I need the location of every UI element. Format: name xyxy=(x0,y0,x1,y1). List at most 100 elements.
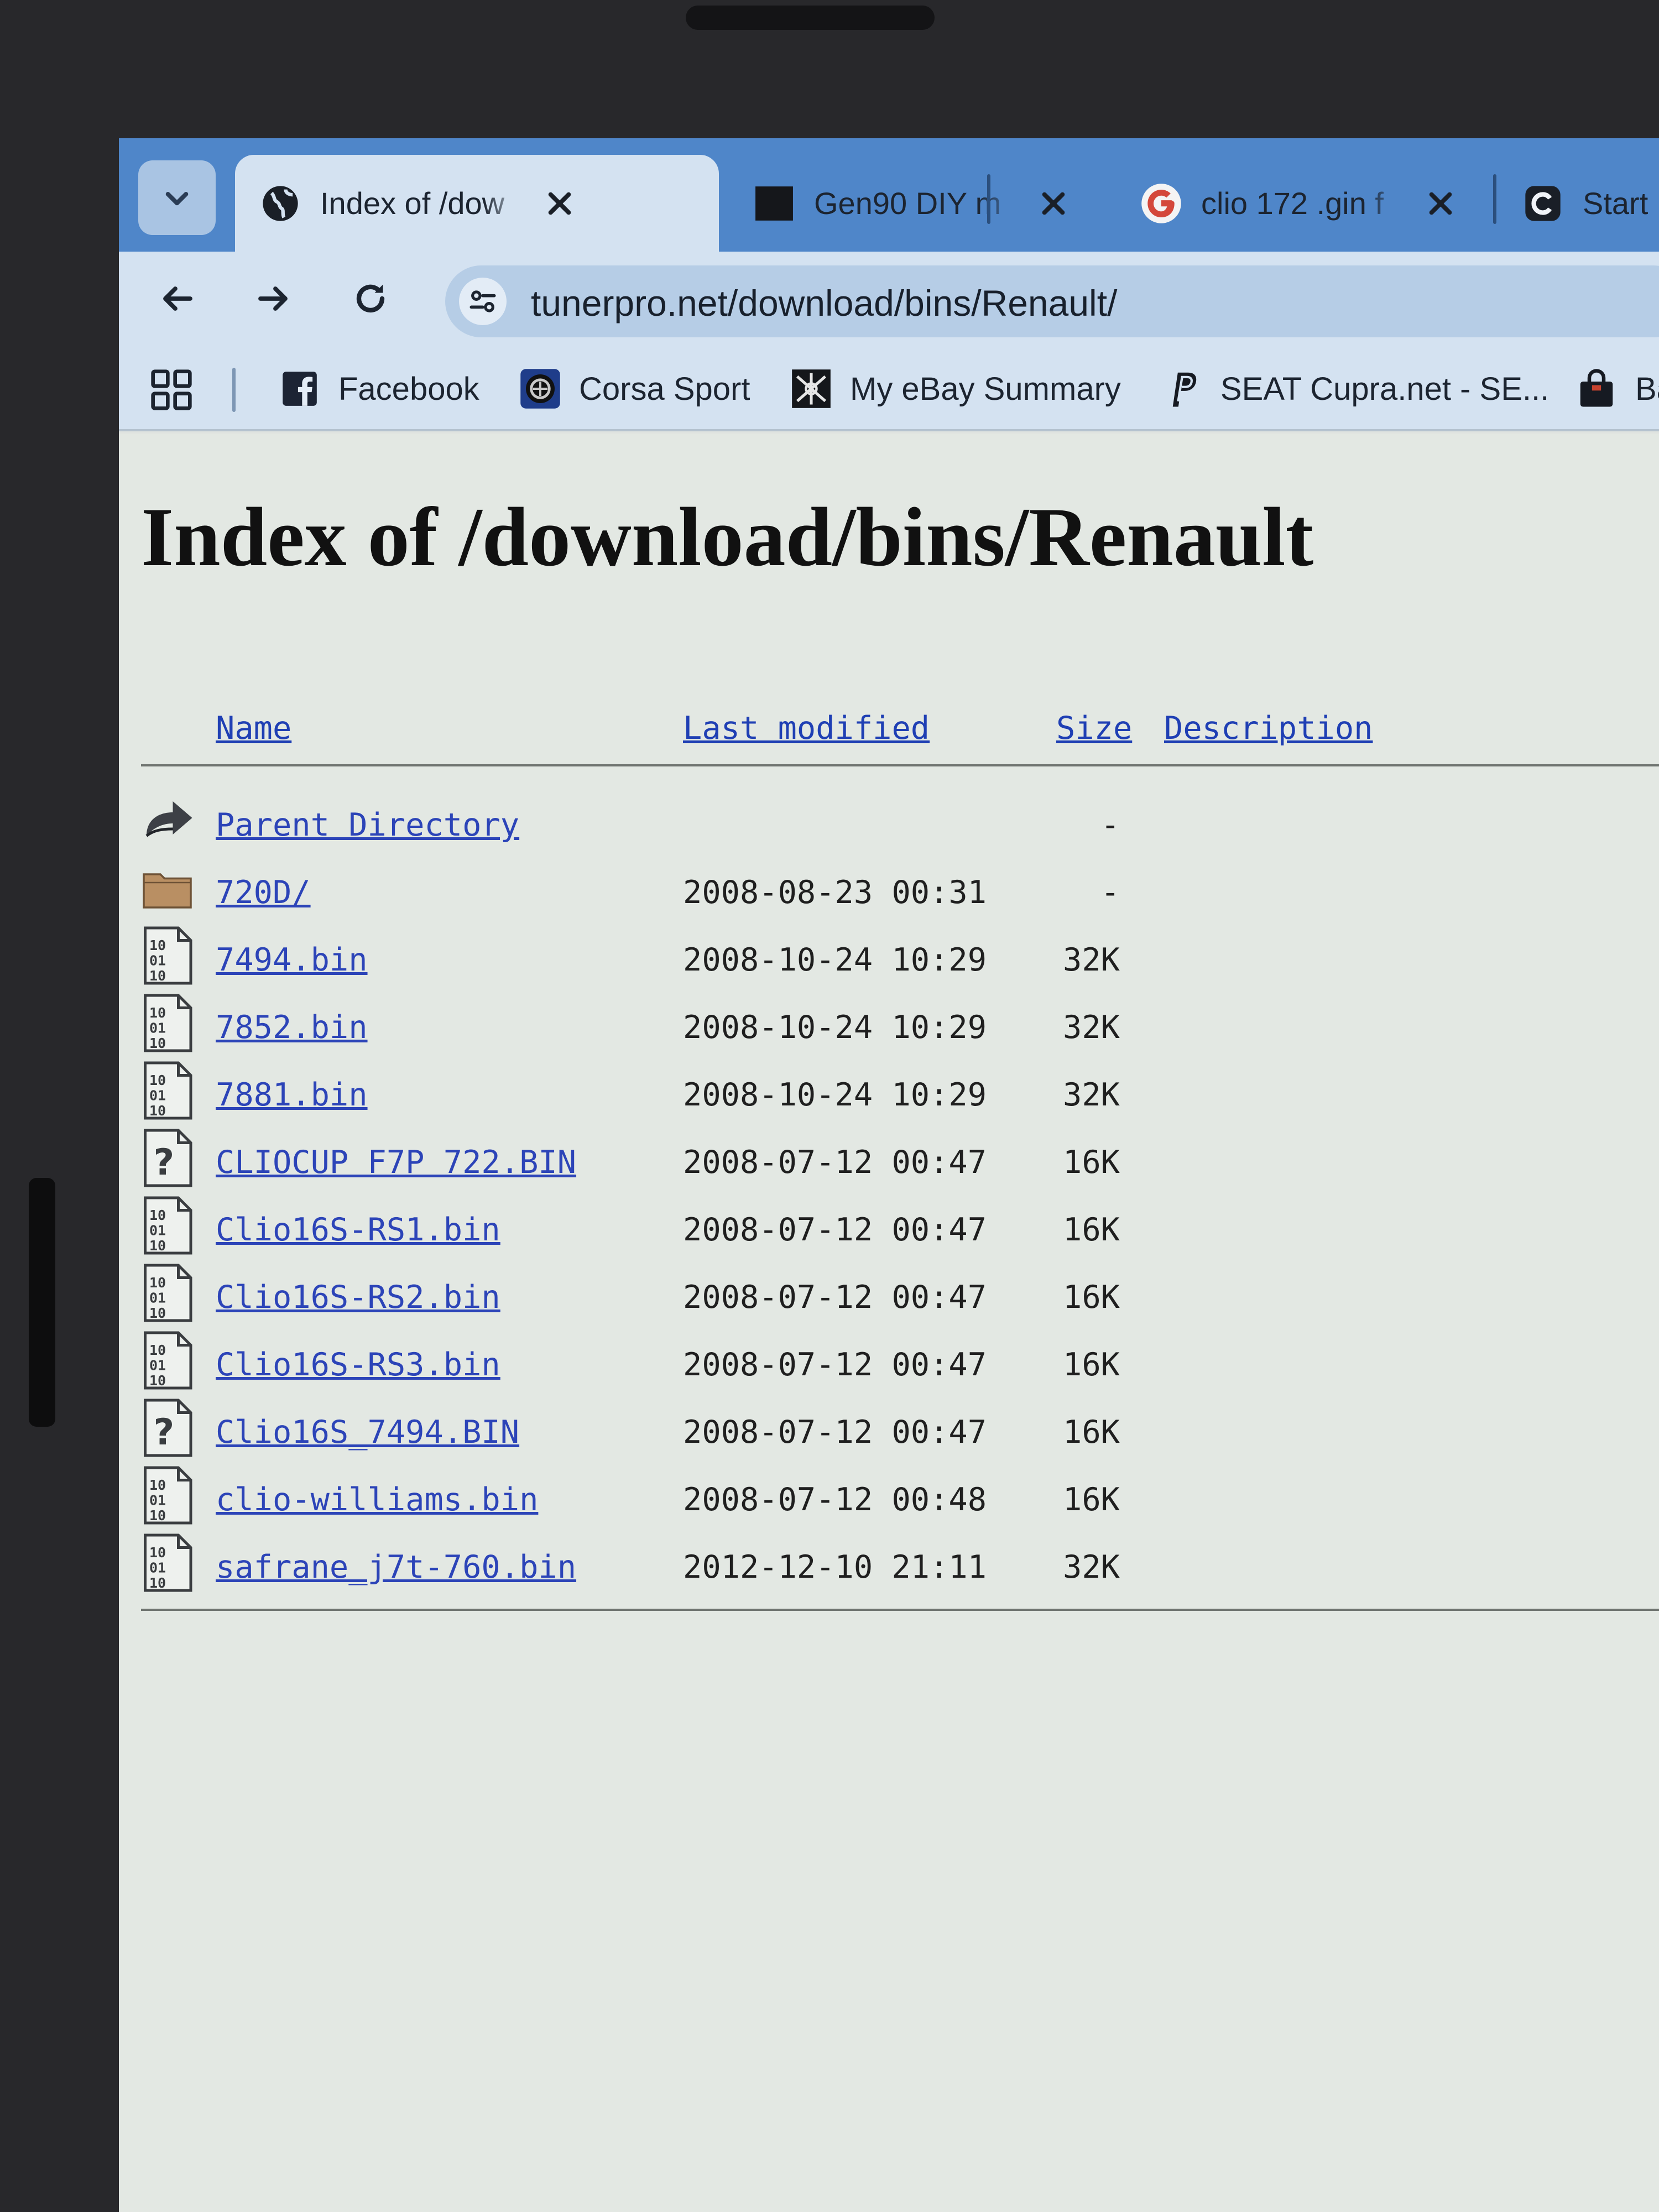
bookmark-label: Ba xyxy=(1635,371,1659,407)
bookmark-ba[interactable]: Ba xyxy=(1573,361,1659,416)
file-size: 16K xyxy=(1063,1347,1120,1383)
bookmark-seat-cupra-net[interactable]: SEAT Cupra.net - SE... xyxy=(1159,361,1549,416)
svg-text:?: ? xyxy=(154,1412,175,1453)
table-row: 10 01 10 7494.bin 2008-10-24 10:29 32K xyxy=(141,925,1659,993)
apps-grid-icon[interactable] xyxy=(149,368,194,412)
file-size: - xyxy=(1100,807,1120,843)
file-date: 2008-07-12 00:47 xyxy=(683,1212,987,1248)
file-size: 16K xyxy=(1063,1414,1120,1451)
svg-text:10: 10 xyxy=(149,1005,166,1021)
file-size: 32K xyxy=(1063,1549,1120,1585)
svg-text:10: 10 xyxy=(149,1545,166,1561)
close-tab-icon[interactable] xyxy=(540,184,579,223)
svg-text:01: 01 xyxy=(149,1493,166,1509)
file-size: - xyxy=(1100,874,1120,911)
svg-text:10: 10 xyxy=(149,1575,166,1591)
reload-icon xyxy=(356,284,385,313)
file-date: 2008-07-12 00:47 xyxy=(683,1144,987,1181)
table-row: 10 01 10 7852.bin 2008-10-24 10:29 32K xyxy=(141,993,1659,1060)
laptop-bezel: Index of /dow Gen90 DIY m clio 172 .gin … xyxy=(0,0,1659,2212)
svg-text:?: ? xyxy=(154,1142,175,1183)
binary-file-icon: 100110 xyxy=(144,1264,192,1322)
tab-gen90-diy[interactable]: Gen90 DIY m xyxy=(744,155,1103,252)
folder-icon xyxy=(143,873,192,909)
table-row: Parent Directory - xyxy=(141,790,1659,858)
table-row: 720D/ 2008-08-23 00:31 - xyxy=(141,858,1659,925)
back-arrow-icon xyxy=(145,801,192,837)
shopping-bag-icon xyxy=(1573,366,1620,412)
corsa-sport-icon xyxy=(517,366,564,412)
file-size: 16K xyxy=(1063,1481,1120,1518)
bookmarks-bar: Facebook Corsa Sport My eBay Summary SEA… xyxy=(119,346,1659,431)
svg-text:10: 10 xyxy=(149,1035,166,1051)
column-header-description[interactable]: Description xyxy=(1164,710,1373,747)
file-link[interactable]: 720D/ xyxy=(216,874,311,911)
file-link[interactable]: 7881.bin xyxy=(216,1077,368,1113)
tab-separator xyxy=(987,174,990,224)
svg-text:10: 10 xyxy=(149,1477,166,1493)
url-text: tunerpro.net/download/bins/Renault/ xyxy=(531,283,1118,324)
site-settings-icon[interactable] xyxy=(459,278,507,325)
screen: Index of /dow Gen90 DIY m clio 172 .gin … xyxy=(119,138,1659,2212)
file-link[interactable]: safrane_j7t-760.bin xyxy=(216,1549,576,1585)
file-link[interactable]: CLIOCUP F7P 722.BIN xyxy=(216,1144,576,1181)
browser-toolbar: tunerpro.net/download/bins/Renault/ xyxy=(119,252,1659,346)
ebay-icon xyxy=(788,366,834,412)
svg-text:01: 01 xyxy=(149,1223,166,1239)
facebook-icon xyxy=(276,366,323,412)
bookmark-facebook[interactable]: Facebook xyxy=(276,361,479,416)
binary-file-icon: 100110 xyxy=(144,994,192,1052)
file-link[interactable]: Clio16S-RS3.bin xyxy=(216,1347,500,1383)
close-tab-icon[interactable] xyxy=(1421,184,1460,223)
tab-start-maps[interactable]: Start Maps & xyxy=(1512,155,1659,252)
reload-button[interactable] xyxy=(346,274,395,324)
column-header-size[interactable]: Size xyxy=(1056,710,1132,747)
tab-title: clio 172 .gin f xyxy=(1201,186,1384,221)
file-size: 32K xyxy=(1063,1077,1120,1113)
file-link[interactable]: Clio16S_7494.BIN xyxy=(216,1414,519,1451)
file-date: 2008-10-24 10:29 xyxy=(683,1077,987,1113)
file-link[interactable]: clio-williams.bin xyxy=(216,1481,538,1518)
table-row: 10 01 10 7881.bin 2008-10-24 10:29 32K xyxy=(141,1060,1659,1128)
tab-separator xyxy=(1493,174,1496,224)
bookmark-my-ebay-summary[interactable]: My eBay Summary xyxy=(788,361,1121,416)
tab-clio-172-search[interactable]: clio 172 .gin f xyxy=(1131,155,1490,252)
paypal-icon xyxy=(1159,366,1205,412)
svg-text:01: 01 xyxy=(149,1560,166,1576)
svg-text:10: 10 xyxy=(149,1507,166,1524)
svg-text:10: 10 xyxy=(149,968,166,984)
bookmark-corsa-sport[interactable]: Corsa Sport xyxy=(517,361,750,416)
file-link[interactable]: Parent Directory xyxy=(216,807,519,843)
binary-file-icon: 100110 xyxy=(144,1331,192,1390)
bookmark-label: Facebook xyxy=(338,371,479,407)
tab-search-button[interactable] xyxy=(138,160,216,235)
tab-index-of-download[interactable]: Index of /dow xyxy=(235,155,719,252)
file-date: 2008-07-12 00:47 xyxy=(683,1347,987,1383)
binary-file-icon: 100110 xyxy=(144,926,192,985)
binary-file-icon: 100110 xyxy=(144,1061,192,1120)
close-tab-icon[interactable] xyxy=(1034,184,1073,223)
bookmark-label: My eBay Summary xyxy=(850,371,1121,407)
table-row: ? CLIOCUP F7P 722.BIN 2008-07-12 00:47 1… xyxy=(141,1128,1659,1195)
file-size: 32K xyxy=(1063,1009,1120,1046)
svg-text:10: 10 xyxy=(149,937,166,953)
column-header-name[interactable]: Name xyxy=(216,710,291,747)
table-row: 10 01 10 Clio16S-RS3.bin 2008-07-12 00:47 … xyxy=(141,1330,1659,1397)
svg-text:10: 10 xyxy=(149,1072,166,1088)
page-title: Index of /download/bins/Renault xyxy=(141,491,1314,583)
forward-button[interactable] xyxy=(249,274,299,324)
bookmark-label: SEAT Cupra.net - SE... xyxy=(1220,371,1550,407)
globe-icon xyxy=(258,181,302,226)
file-date: 2008-08-23 00:31 xyxy=(683,874,987,911)
arrow-right-icon xyxy=(258,286,288,311)
file-size: 16K xyxy=(1063,1212,1120,1248)
address-bar[interactable]: tunerpro.net/download/bins/Renault/ xyxy=(445,265,1659,337)
google-icon xyxy=(1139,181,1183,226)
file-link[interactable]: Clio16S-RS2.bin xyxy=(216,1279,500,1316)
file-link[interactable]: Clio16S-RS1.bin xyxy=(216,1212,500,1248)
back-button[interactable] xyxy=(152,274,202,324)
file-link[interactable]: 7852.bin xyxy=(216,1009,368,1046)
bookmark-label: Corsa Sport xyxy=(579,371,750,407)
file-link[interactable]: 7494.bin xyxy=(216,942,368,978)
column-header-last-modified[interactable]: Last modified xyxy=(683,710,930,747)
